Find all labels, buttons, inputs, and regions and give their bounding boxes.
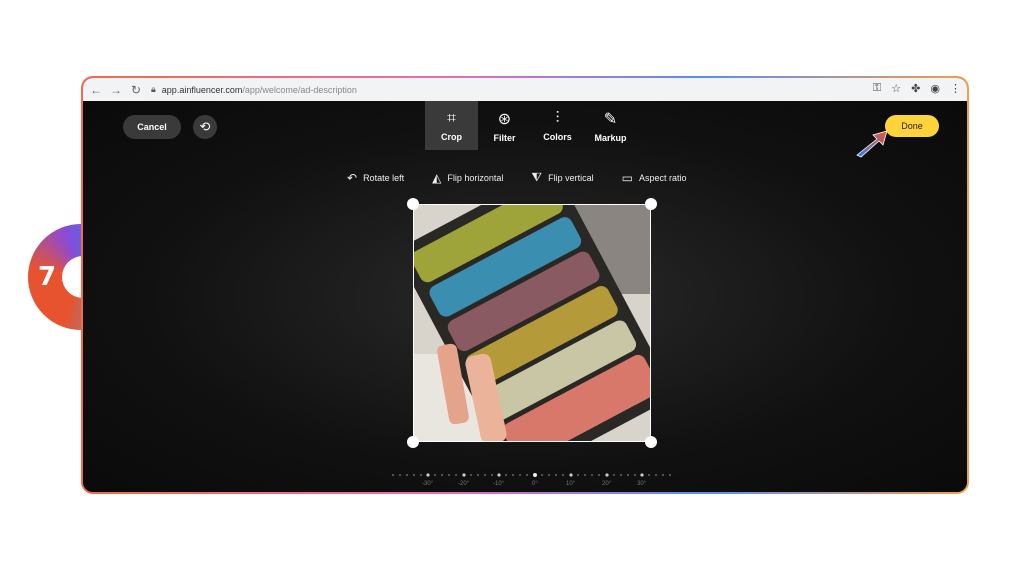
tool-label: Aspect ratio: [638, 172, 687, 183]
crop-canvas[interactable]: [398, 169, 673, 477]
ruler-label: -30°: [422, 481, 434, 487]
tab-filter[interactable]: ⊛ Filter: [478, 101, 531, 150]
tab-label: Crop: [441, 131, 462, 142]
rotate-left-icon: ↶: [347, 170, 358, 185]
address-bar[interactable]: 🔒︎ app.ainfluencer.com/app/welcome/ad-de…: [151, 84, 357, 95]
forward-icon[interactable]: →: [109, 83, 123, 97]
url-path: /app/welcome/ad-description: [242, 84, 357, 95]
key-icon[interactable]: ⚿: [873, 82, 881, 95]
tool-label: Flip vertical: [548, 172, 594, 183]
crop-toolbar: ↶ Rotate left ◭ Flip horizontal ⧨ Flip v…: [347, 170, 714, 185]
ruler-label: 20°: [602, 481, 612, 487]
tool-label: Rotate left: [363, 172, 405, 183]
account-icon[interactable]: ◉: [930, 82, 940, 95]
pen-icon: ✎: [603, 110, 618, 128]
crop-handle-top-right[interactable]: [645, 198, 657, 210]
tab-markup[interactable]: ✎ Markup: [584, 101, 637, 150]
ruler-label: -20°: [458, 481, 470, 487]
flip-vertical-icon: ⧨: [531, 170, 543, 184]
url-host: app.ainfluencer.com: [161, 84, 243, 95]
flip-vertical-button[interactable]: ⧨ Flip vertical: [531, 170, 593, 185]
editor-tabs: ⌗ Crop ⊛ Filter ⫶ Colors ✎ Markup: [425, 101, 637, 150]
ruler-label: 10°: [566, 481, 576, 487]
menu-icon[interactable]: ⋮: [950, 82, 961, 95]
crop-frame[interactable]: [413, 204, 651, 442]
crop-handle-top-left[interactable]: [407, 198, 419, 210]
step-number: 7: [38, 262, 57, 292]
crop-handle-bottom-right[interactable]: [645, 436, 657, 448]
tab-crop[interactable]: ⌗ Crop: [425, 101, 478, 150]
done-button[interactable]: Done: [885, 115, 939, 137]
browser-inner: ← → ↻ 🔒︎ app.ainfluencer.com/app/welcome…: [83, 78, 967, 492]
image-editor: Cancel ⟲ ⌗ Crop ⊛ Filter ⫶ Colors ✎ Mark…: [83, 101, 967, 492]
ruler-label: 0°: [532, 481, 538, 487]
tab-label: Filter: [493, 132, 516, 143]
browser-toolbar: ← → ↻ 🔒︎ app.ainfluencer.com/app/welcome…: [83, 78, 967, 101]
ruler-ticks: [392, 473, 671, 477]
crop-handle-bottom-left[interactable]: [407, 436, 419, 448]
tool-label: Flip horizontal: [447, 172, 504, 183]
browser-window: ← → ↻ 🔒︎ app.ainfluencer.com/app/welcome…: [81, 76, 969, 494]
rotate-left-button[interactable]: ↶ Rotate left: [347, 170, 404, 185]
cancel-button[interactable]: Cancel: [123, 115, 181, 139]
tab-colors[interactable]: ⫶ Colors: [531, 101, 584, 150]
lock-icon: 🔒︎: [151, 84, 156, 94]
tab-label: Colors: [543, 131, 572, 142]
flip-horizontal-icon: ◭: [432, 170, 442, 185]
aspect-ratio-button[interactable]: ▭ Aspect ratio: [622, 170, 687, 185]
pointer-arrow-icon: [856, 130, 888, 158]
ruler-label: 30°: [637, 481, 647, 487]
tab-label: Markup: [594, 132, 627, 143]
ruler-label: -10°: [493, 481, 505, 487]
flip-horizontal-button[interactable]: ◭ Flip horizontal: [432, 170, 503, 185]
history-icon: ⟲: [199, 119, 211, 134]
sliders-icon: ⫶: [555, 109, 560, 127]
star-icon[interactable]: ☆: [891, 82, 901, 95]
browser-actions: ⚿ ☆ ✤ ◉ ⋮: [873, 82, 961, 95]
filter-icon: ⊛: [497, 110, 512, 128]
back-icon[interactable]: ←: [89, 83, 103, 97]
rotation-ruler[interactable]: -30° -20° -10° 0° 10° 20° 30°: [388, 471, 678, 492]
crop-icon: ⌗: [446, 109, 456, 127]
extensions-icon[interactable]: ✤: [911, 82, 920, 95]
aspect-ratio-icon: ▭: [621, 170, 633, 185]
history-button[interactable]: ⟲: [193, 115, 217, 139]
reload-icon[interactable]: ↻: [129, 83, 143, 97]
